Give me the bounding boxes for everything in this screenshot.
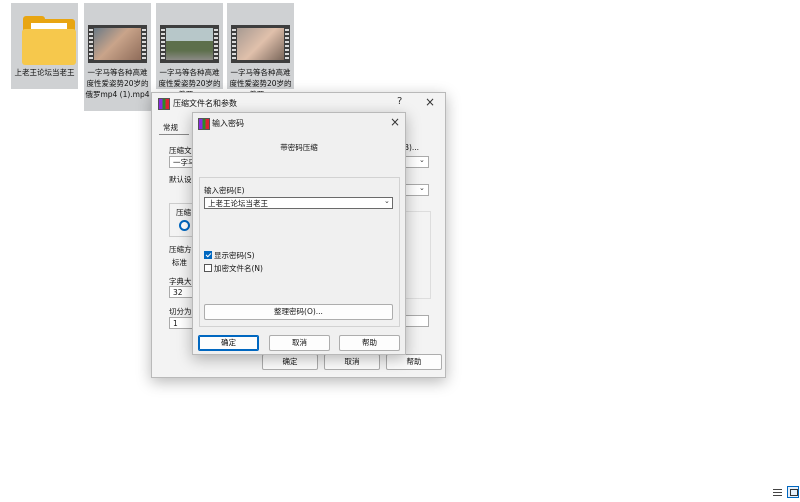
password-input[interactable]: 上老王论坛当老王 — [204, 197, 393, 209]
archive-ok-button[interactable]: 确定 — [262, 354, 318, 370]
desktop-item-label: 上老王论坛当老王 — [14, 68, 75, 77]
chevron-down-icon[interactable]: ⌄ — [384, 197, 390, 205]
archive-dialog-title: 压缩文件名和参数 — [173, 99, 237, 108]
options-group — [404, 211, 431, 299]
format-radio[interactable] — [179, 220, 190, 231]
archive-name-dropdown-tail[interactable] — [404, 156, 429, 168]
chevron-down-icon: ⌄ — [419, 184, 425, 192]
organize-passwords-button[interactable]: 整理密码(O)... — [204, 304, 393, 320]
profile-dropdown-tail[interactable] — [404, 184, 429, 196]
desktop-item-video-3[interactable]: 一字马等各种高难度性爱姿势20岁的俄罗… — [227, 3, 294, 99]
list-view-icon[interactable] — [773, 489, 782, 497]
tab-general[interactable]: 常规 — [163, 122, 178, 133]
password-dialog-titlebar[interactable]: 输入密码 × — [193, 113, 405, 133]
archive-cancel-button[interactable]: 取消 — [324, 354, 380, 370]
encrypt-names-label: 加密文件名(N) — [214, 264, 263, 273]
encrypt-names-checkbox[interactable] — [204, 264, 212, 272]
close-icon[interactable]: × — [390, 115, 400, 129]
desktop-item-video-1[interactable]: 一字马等各种高难度性爱姿势20岁的俄罗mp4 (1).mp4 — [84, 3, 151, 111]
desktop-item-video-2[interactable]: 一字马等各种高难度性爱姿势20岁的俄罗… — [156, 3, 223, 99]
password-heading: 带密码压缩 — [280, 143, 318, 152]
archive-dialog-titlebar[interactable]: 压缩文件名和参数 ? × — [152, 93, 445, 113]
archive-help-button[interactable]: 帮助 — [386, 354, 442, 370]
split-volumes-dropdown-tail[interactable] — [404, 315, 429, 327]
password-cancel-button[interactable]: 取消 — [269, 335, 330, 351]
video-file-icon — [160, 25, 219, 63]
compression-method-label: 压缩方 — [169, 245, 192, 254]
password-dialog-title: 输入密码 — [212, 119, 244, 128]
password-label: 输入密码(E) — [204, 186, 245, 195]
password-dialog: 输入密码 × 带密码压缩 输入密码(E) 上老王论坛当老王 ⌄ 显示密码(S) … — [192, 112, 406, 355]
password-ok-button[interactable]: 确定 — [198, 335, 259, 351]
compression-method-value[interactable]: 标准 — [172, 257, 187, 268]
video-file-icon — [231, 25, 290, 63]
show-password-checkbox[interactable] — [204, 251, 212, 259]
split-volumes-label: 切分为 — [169, 307, 192, 316]
default-settings-label: 默认设 — [169, 175, 192, 184]
window-view-icon[interactable] — [787, 486, 799, 498]
tab-underline — [159, 134, 189, 135]
format-label: 压缩 — [176, 208, 191, 217]
show-password-label: 显示密码(S) — [214, 251, 255, 260]
chevron-down-icon: ⌄ — [419, 156, 425, 164]
desktop-item-label: 一字马等各种高难度性爱姿势20岁的俄罗mp4 (1).mp4 — [85, 68, 150, 99]
help-icon[interactable]: ? — [397, 96, 402, 107]
password-help-button[interactable]: 帮助 — [339, 335, 400, 351]
winrar-icon — [158, 98, 170, 110]
close-icon[interactable]: × — [425, 95, 435, 109]
winrar-icon — [198, 118, 210, 130]
folder-icon — [17, 9, 76, 65]
desktop-item-folder[interactable]: 上老王论坛当老王 — [11, 3, 78, 89]
archive-name-label: 压缩文 — [169, 146, 192, 155]
video-file-icon — [88, 25, 147, 63]
